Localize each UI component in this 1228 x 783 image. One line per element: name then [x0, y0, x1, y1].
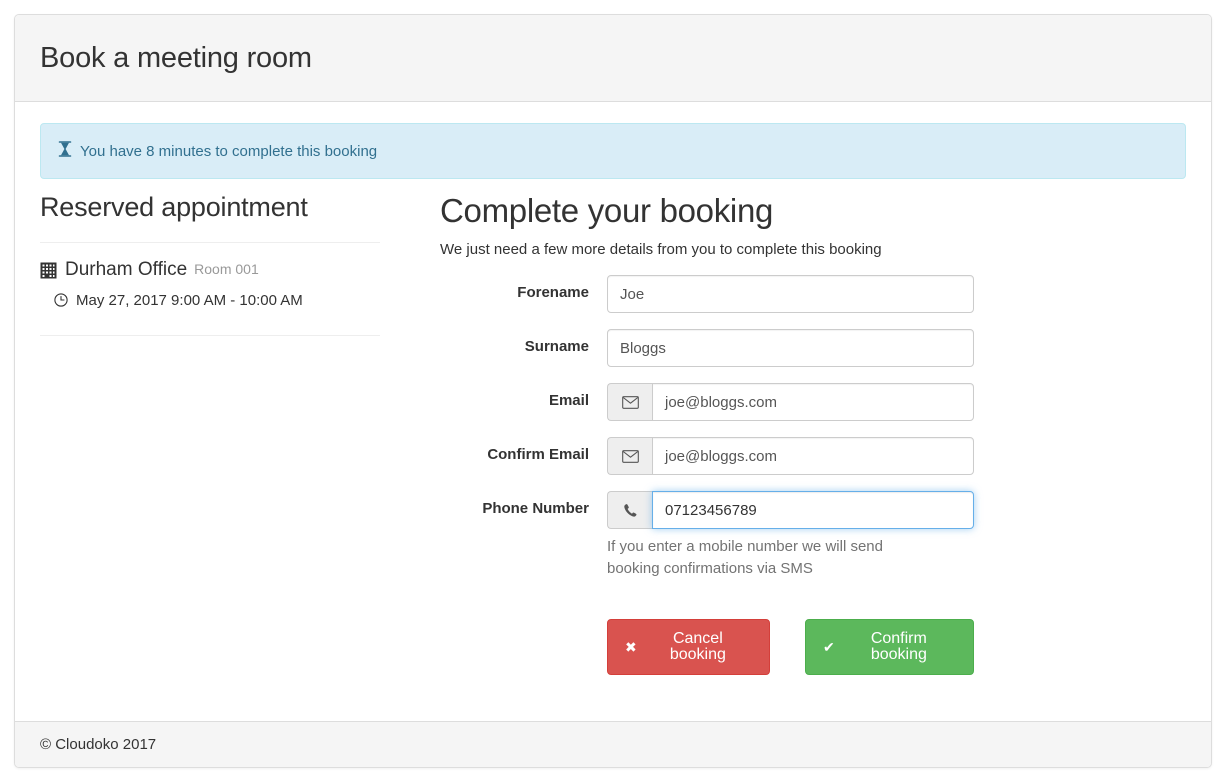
- footer-copyright: © Cloudoko 2017: [40, 736, 157, 753]
- confirm-email-input[interactable]: joe@bloggs.com: [652, 437, 974, 476]
- form-row-email: Email joe@bloggs.com: [440, 383, 1186, 422]
- actions-spacer: [440, 596, 607, 605]
- section-divider-bottom: [40, 334, 380, 336]
- appointment-venue-row: Durham Office Room 001: [40, 260, 380, 279]
- email-label: Email: [548, 392, 589, 410]
- forename-control: Joe: [607, 275, 974, 314]
- reserved-appointment-section: Reserved appointment Durham Office Room …: [40, 192, 410, 691]
- form-row-confirm-email: Confirm Email joe@bloggs.com: [440, 437, 1186, 476]
- booking-form-section: Complete your booking We just need a few…: [410, 192, 1186, 691]
- clock-icon: [54, 293, 68, 307]
- email-input-group: joe@bloggs.com: [607, 383, 974, 422]
- timer-alert: You have 8 minutes to complete this book…: [40, 123, 1186, 179]
- confirm-email-input-group: joe@bloggs.com: [607, 437, 974, 476]
- confirm-booking-button[interactable]: ✔ Confirm booking: [804, 618, 974, 675]
- cancel-booking-label: Cancel booking: [669, 629, 726, 663]
- appointment-venue: Durham Office: [65, 258, 188, 280]
- action-buttons: ✖ Cancel booking ✔ Confirm booking: [607, 618, 974, 675]
- timer-alert-text: You have 8 minutes to complete this book…: [80, 142, 378, 160]
- confirm-booking-label: Confirm booking: [870, 629, 927, 663]
- phone-number-control: 07123456789 If you enter a mobile number…: [607, 491, 974, 580]
- phone-number-input-group: 07123456789: [607, 491, 974, 530]
- forename-label: Forename: [517, 284, 589, 302]
- panel-footer: © Cloudoko 2017: [15, 721, 1211, 767]
- email-control: joe@bloggs.com: [607, 383, 974, 422]
- email-input[interactable]: joe@bloggs.com: [652, 383, 974, 422]
- building-icon: [40, 262, 57, 279]
- phone-number-label: Phone Number: [482, 500, 589, 518]
- phone-number-input[interactable]: 07123456789: [652, 491, 974, 530]
- form-row-forename: Forename Joe: [440, 275, 1186, 314]
- form-row-phone: Phone Number 07123456789 If you enter a …: [440, 491, 1186, 580]
- surname-label: Surname: [524, 338, 589, 356]
- hourglass-icon: [57, 141, 73, 161]
- form-row-surname: Surname Bloggs: [440, 329, 1186, 368]
- booking-form: Forename Joe Surname Bloggs Email joe@bl…: [440, 275, 1186, 675]
- appointment-time-row: May 27, 2017 9:00 AM - 10:00 AM: [40, 292, 380, 309]
- phone-number-help-text: If you enter a mobile number we will sen…: [607, 538, 883, 578]
- form-row-actions: ✖ Cancel booking ✔ Confirm booking: [440, 596, 1186, 675]
- forename-input[interactable]: Joe: [607, 275, 974, 314]
- reserved-heading: Reserved appointment: [40, 192, 308, 222]
- envelope-icon: [607, 437, 652, 476]
- confirm-email-label: Confirm Email: [487, 446, 589, 464]
- envelope-icon: [607, 383, 652, 422]
- confirm-email-control: joe@bloggs.com: [607, 437, 974, 476]
- actions-control: ✖ Cancel booking ✔ Confirm booking: [607, 596, 974, 675]
- content-columns: Reserved appointment Durham Office Room …: [40, 192, 1186, 691]
- phone-icon: [607, 491, 652, 530]
- surname-input[interactable]: Bloggs: [607, 329, 974, 368]
- cancel-booking-button[interactable]: ✖ Cancel booking: [607, 618, 770, 675]
- booking-heading: Complete your booking: [440, 192, 774, 229]
- cross-icon: ✖: [625, 638, 637, 655]
- panel-body: You have 8 minutes to complete this book…: [15, 123, 1211, 743]
- page-title: Book a meeting room: [40, 41, 312, 74]
- booking-lead: We just need a few more details from you…: [440, 241, 882, 259]
- check-icon: ✔: [822, 638, 835, 655]
- panel-header: Book a meeting room: [15, 15, 1211, 102]
- appointment-time: May 27, 2017 9:00 AM - 10:00 AM: [76, 291, 303, 309]
- booking-panel: Book a meeting room You have 8 minutes t…: [14, 14, 1212, 768]
- appointment-room: Room 001: [194, 261, 259, 278]
- appointment-details: Durham Office Room 001 May 27, 2017 9:00…: [40, 243, 380, 309]
- surname-control: Bloggs: [607, 329, 974, 368]
